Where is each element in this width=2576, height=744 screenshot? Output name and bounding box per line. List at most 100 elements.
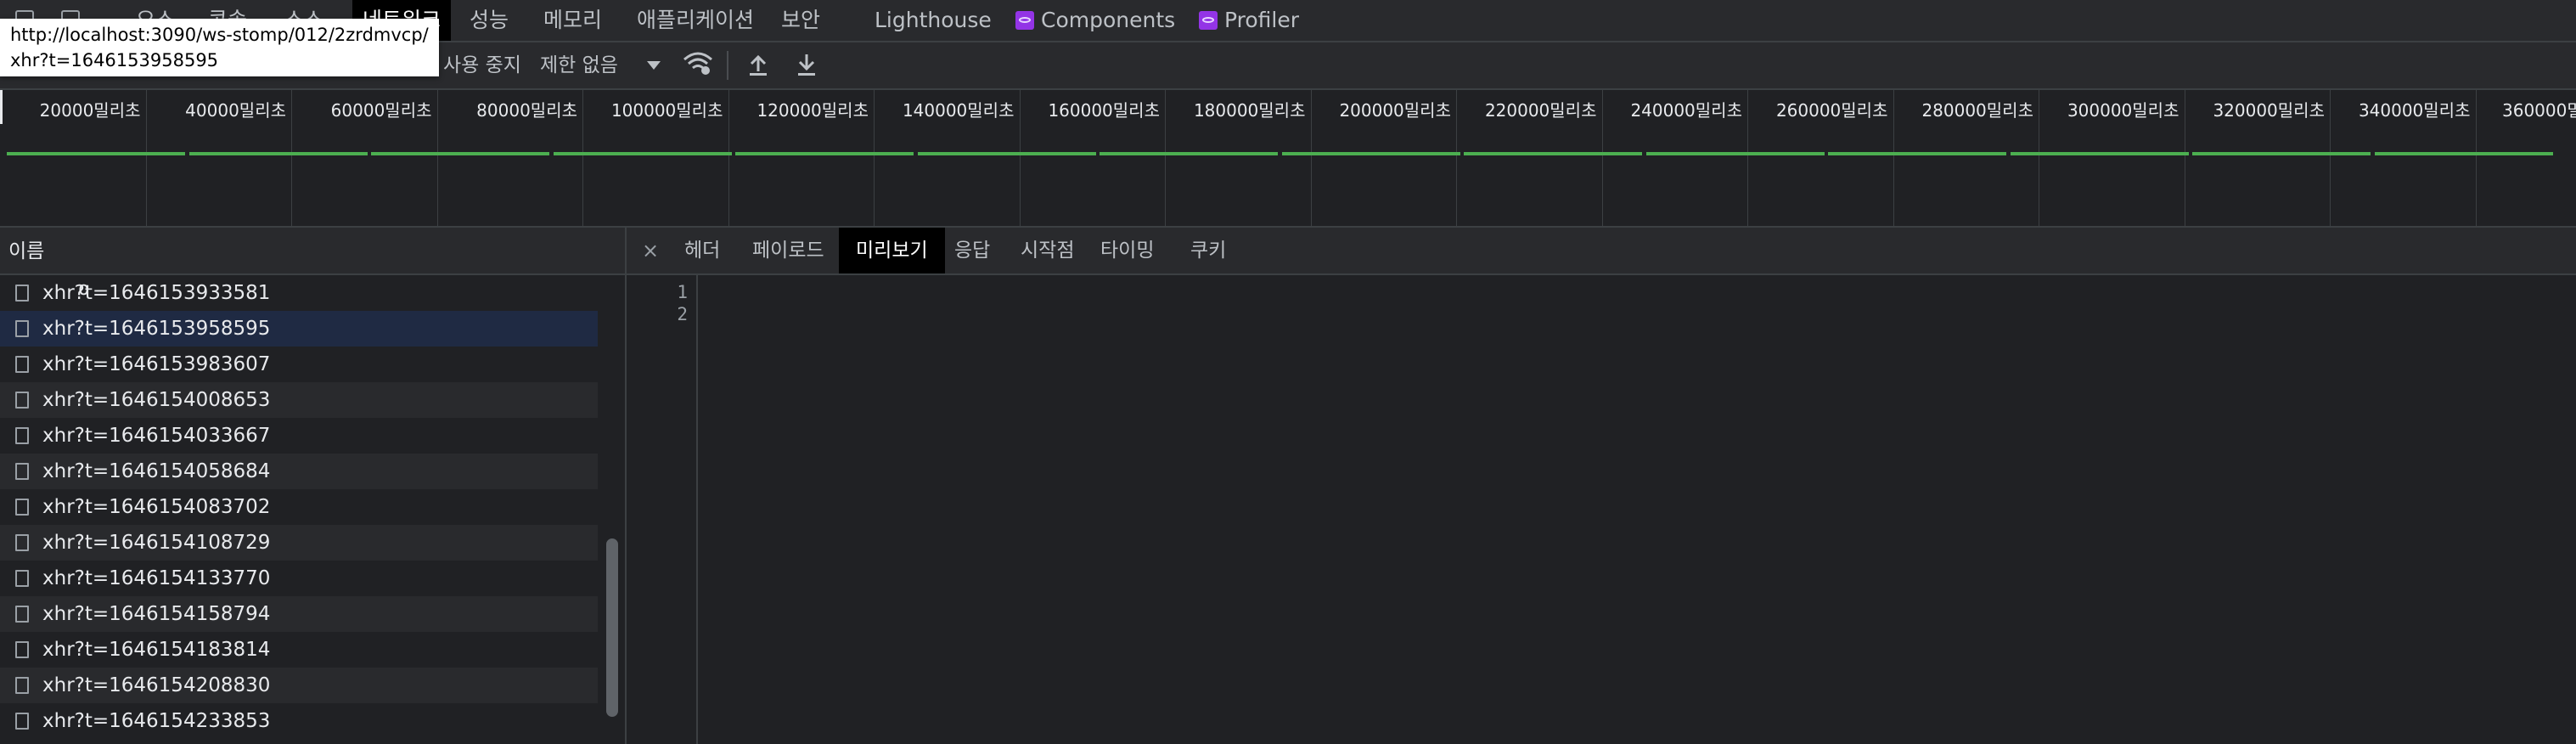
detail-tab[interactable]: 쿠키 bbox=[1190, 228, 1226, 273]
request-row[interactable]: xhr?t=1646154183814 bbox=[0, 632, 598, 668]
timeline-tick-label: 320000밀리초 bbox=[2213, 100, 2325, 121]
document-icon bbox=[15, 534, 29, 551]
activity-segment bbox=[1281, 152, 1460, 155]
request-row[interactable]: xhr?t=1646154033667 bbox=[0, 418, 598, 454]
request-name: xhr?t=1646154083702 bbox=[42, 496, 271, 518]
react-components-icon bbox=[1015, 11, 1034, 30]
detail-tab-bar: × 헤더 페이로드 미리보기 응답 시작점 타이밍 쿠키 bbox=[627, 228, 2576, 275]
request-row[interactable]: xhr?t=1646154108729 bbox=[0, 525, 598, 561]
activity-segment bbox=[1100, 152, 1278, 155]
timeline-tick-label: 180000밀리초 bbox=[1193, 100, 1306, 121]
request-row[interactable]: xhr?t=1646153983607 bbox=[0, 347, 598, 382]
activity-segment bbox=[735, 152, 914, 155]
timeline-tick-label: 120000밀리초 bbox=[756, 100, 869, 121]
close-icon[interactable]: × bbox=[642, 228, 659, 273]
request-detail-pane: × 헤더 페이로드 미리보기 응답 시작점 타이밍 쿠키 1 2 bbox=[627, 228, 2576, 744]
name-column-header[interactable]: 이름 bbox=[0, 228, 625, 275]
line-number: 2 bbox=[677, 304, 688, 324]
request-rows: xhr?t=1646153933581 xhr?t=1646153958595 xh… bbox=[0, 275, 625, 739]
request-row[interactable]: xhr?t=1646154083702 bbox=[0, 489, 598, 525]
chevron-down-icon[interactable] bbox=[647, 61, 661, 70]
request-row[interactable]: xhr?t=1646153958595 bbox=[0, 311, 598, 347]
request-list-scrollbar[interactable] bbox=[599, 275, 625, 744]
detail-tab[interactable]: 헤더 bbox=[684, 228, 720, 273]
timeline-tick-label: 100000밀리초 bbox=[610, 100, 723, 121]
activity-segment bbox=[1645, 152, 1825, 155]
activity-segment bbox=[2192, 152, 2371, 155]
detail-tab[interactable]: 페이로드 bbox=[752, 228, 824, 273]
timeline-tick-label: 40000밀리초 bbox=[185, 100, 286, 121]
activity-segment bbox=[2010, 152, 2189, 155]
document-icon bbox=[15, 606, 29, 623]
request-name: xhr?t=1646154108729 bbox=[42, 532, 271, 554]
timeline-tick-label: 60000밀리초 bbox=[330, 100, 432, 121]
tab-application[interactable]: 애플리케이션 bbox=[637, 0, 754, 41]
request-row[interactable]: xhr?t=1646154158794 bbox=[0, 596, 598, 632]
document-icon bbox=[15, 463, 29, 480]
document-icon bbox=[15, 356, 29, 373]
detail-tab[interactable]: 시작점 bbox=[1021, 228, 1074, 273]
document-icon bbox=[15, 570, 29, 587]
request-row[interactable]: xhr?t=1646154008653 bbox=[0, 382, 598, 418]
activity-segment bbox=[7, 152, 185, 155]
request-name: xhr?t=1646153958595 bbox=[42, 318, 271, 340]
line-number: 1 bbox=[677, 282, 688, 302]
activity-segment bbox=[553, 152, 732, 155]
request-name: xhr?t=1646153933581 bbox=[42, 282, 271, 304]
network-overview-timeline[interactable]: 20000밀리초 40000밀리초 60000밀리초 80000밀리초 100000밀리… bbox=[0, 90, 2576, 228]
request-row[interactable]: xhr?t=1646153933581 bbox=[0, 275, 598, 311]
tab-security[interactable]: 보안 bbox=[781, 0, 820, 41]
tab-performance[interactable]: 성능 bbox=[470, 0, 509, 41]
preview-content: o bbox=[78, 279, 90, 300]
export-har-icon[interactable] bbox=[796, 53, 818, 82]
timeline-gridline bbox=[2475, 90, 2477, 226]
request-row[interactable]: xhr?t=1646154133770 bbox=[0, 561, 598, 596]
import-har-icon[interactable] bbox=[747, 53, 769, 82]
timeline-tick-label: 280000밀리초 bbox=[1921, 100, 2033, 121]
document-icon bbox=[15, 677, 29, 694]
disable-cache-label[interactable]: 사용 중지 bbox=[443, 42, 521, 88]
timeline-tick-label: 80000밀리초 bbox=[476, 100, 577, 121]
line-number-gutter: 1 2 bbox=[627, 275, 698, 744]
request-row[interactable]: xhr?t=1646154208830 bbox=[0, 668, 598, 703]
tab-memory[interactable]: 메모리 bbox=[543, 0, 602, 41]
timeline-tick-label: 200000밀리초 bbox=[1339, 100, 1451, 121]
request-name: xhr?t=1646154183814 bbox=[42, 639, 271, 661]
request-name: xhr?t=1646154158794 bbox=[42, 603, 271, 625]
tooltip-query-line: xhr?t=1646153958595 bbox=[10, 50, 219, 70]
document-icon bbox=[15, 320, 29, 337]
timeline-tick-label: 220000밀리초 bbox=[1484, 100, 1597, 121]
request-name: xhr?t=1646154208830 bbox=[42, 674, 271, 696]
document-icon bbox=[15, 285, 29, 302]
activity-segment bbox=[1828, 152, 2006, 155]
tab-profiler-label: Profiler bbox=[1224, 8, 1300, 32]
tooltip-url-line: http://localhost:3090/ws-stomp/012/2zrdm… bbox=[10, 25, 429, 45]
tab-lighthouse[interactable]: Lighthouse bbox=[875, 0, 992, 41]
activity-segment bbox=[917, 152, 1096, 155]
document-icon bbox=[15, 427, 29, 444]
network-conditions-icon[interactable] bbox=[683, 51, 713, 82]
timeline-tick-label: 300000밀리초 bbox=[2067, 100, 2179, 121]
activity-segment bbox=[1464, 152, 1642, 155]
activity-segment bbox=[188, 152, 368, 155]
request-name: xhr?t=1646154133770 bbox=[42, 567, 271, 589]
request-name: xhr?t=1646154033667 bbox=[42, 425, 271, 447]
timeline-tick-label: 20000밀리초 bbox=[39, 100, 141, 121]
request-name: xhr?t=1646154233853 bbox=[42, 710, 271, 732]
throttling-select[interactable]: 제한 없음 bbox=[540, 42, 618, 88]
request-list: 이름 xhr?t=1646153933581 xhr?t=164615395859… bbox=[0, 228, 627, 744]
tab-profiler[interactable]: Profiler bbox=[1199, 0, 1299, 41]
detail-tab[interactable]: 타이밍 bbox=[1100, 228, 1154, 273]
document-icon bbox=[15, 499, 29, 516]
url-tooltip: http://localhost:3090/ws-stomp/012/2zrdm… bbox=[0, 19, 439, 76]
detail-tab[interactable]: 응답 bbox=[954, 228, 990, 273]
request-name: xhr?t=1646153983607 bbox=[42, 353, 271, 375]
timeline-tick-label: 160000밀리초 bbox=[1048, 100, 1160, 121]
timeline-tick-label: 260000밀리초 bbox=[1775, 100, 1888, 121]
request-row[interactable]: xhr?t=1646154233853 bbox=[0, 703, 598, 739]
request-row[interactable]: xhr?t=1646154058684 bbox=[0, 454, 598, 489]
request-name: xhr?t=1646154058684 bbox=[42, 460, 271, 482]
scrollbar-thumb[interactable] bbox=[606, 538, 618, 717]
detail-tab[interactable]: 미리보기 bbox=[839, 228, 945, 273]
tab-components[interactable]: Components bbox=[1015, 0, 1175, 41]
